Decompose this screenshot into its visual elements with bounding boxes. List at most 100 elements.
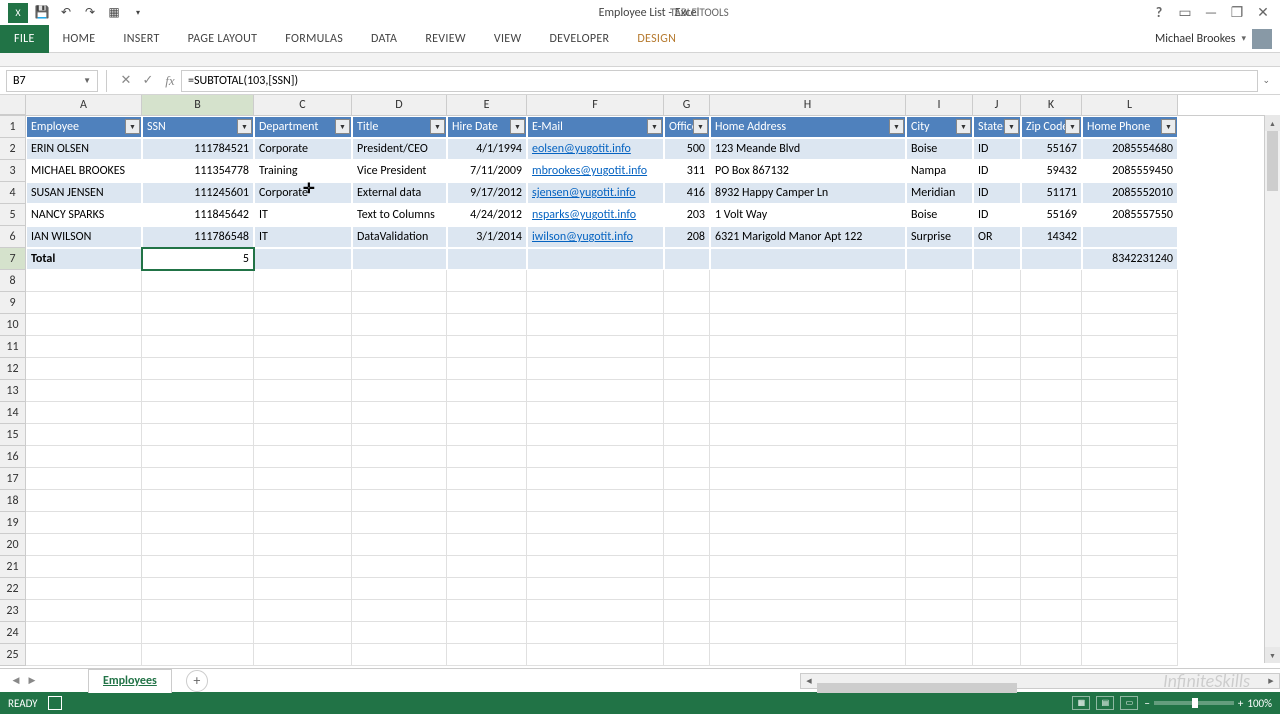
empty-cell[interactable] [26,314,142,336]
table-cell[interactable]: 311 [664,160,710,182]
empty-cell[interactable] [906,600,973,622]
empty-cell[interactable] [26,578,142,600]
name-box[interactable]: B7 ▼ [6,70,98,92]
empty-cell[interactable] [527,314,664,336]
tab-review[interactable]: REVIEW [411,25,480,53]
table-cell[interactable]: NANCY SPARKS [26,204,142,226]
zoom-control[interactable]: − + 100% [1144,697,1272,710]
ribbon-display-icon[interactable]: ▭ [1176,4,1194,22]
zoom-slider[interactable] [1154,701,1234,705]
filter-dropdown-icon[interactable]: ▼ [430,119,445,134]
user-avatar[interactable] [1252,29,1272,49]
empty-cell[interactable] [352,644,447,666]
empty-cell[interactable] [254,358,352,380]
empty-cell[interactable] [254,468,352,490]
empty-cell[interactable] [664,380,710,402]
row-header[interactable]: 24 [0,622,26,644]
empty-cell[interactable] [447,446,527,468]
empty-cell[interactable] [664,270,710,292]
empty-cell[interactable] [142,292,254,314]
empty-cell[interactable] [1021,490,1082,512]
table-cell[interactable]: iwilson@yugotit.info [527,226,664,248]
empty-cell[interactable] [447,512,527,534]
tab-file[interactable]: FILE [0,25,49,53]
col-header-E[interactable]: E [447,95,527,115]
table-cell[interactable]: President/CEO [352,138,447,160]
table-cell[interactable]: 2085554680 [1082,138,1178,160]
empty-cell[interactable] [26,556,142,578]
empty-cell[interactable] [710,622,906,644]
empty-cell[interactable] [1021,556,1082,578]
empty-cell[interactable] [254,512,352,534]
table-cell[interactable]: ID [973,138,1021,160]
empty-cell[interactable] [254,446,352,468]
empty-cell[interactable] [906,270,973,292]
email-link[interactable]: eolsen@yugotit.info [532,142,631,156]
empty-cell[interactable] [352,380,447,402]
row-header[interactable]: 3 [0,160,26,182]
filter-dropdown-icon[interactable]: ▼ [1065,119,1080,134]
row-header[interactable]: 15 [0,424,26,446]
table-cell[interactable]: OR [973,226,1021,248]
table-header[interactable]: Office▼ [664,116,710,138]
empty-cell[interactable] [26,644,142,666]
empty-cell[interactable] [1082,292,1178,314]
table-cell[interactable]: 59432 [1021,160,1082,182]
save-icon[interactable]: 💾 [32,3,52,23]
excel-icon[interactable]: X [8,3,28,23]
empty-cell[interactable] [447,402,527,424]
empty-cell[interactable] [973,622,1021,644]
empty-cell[interactable] [527,644,664,666]
table-cell[interactable]: 2085559450 [1082,160,1178,182]
empty-cell[interactable] [664,578,710,600]
total-cell[interactable] [973,248,1021,270]
col-header-H[interactable]: H [710,95,906,115]
empty-cell[interactable] [142,402,254,424]
scroll-right-icon[interactable]: ▶ [1263,674,1279,688]
empty-cell[interactable] [142,622,254,644]
row-header[interactable]: 4 [0,182,26,204]
empty-cell[interactable] [906,402,973,424]
table-header[interactable]: Hire Date▼ [447,116,527,138]
empty-cell[interactable] [527,490,664,512]
empty-cell[interactable] [527,424,664,446]
row-header[interactable]: 16 [0,446,26,468]
table-cell[interactable]: IT [254,204,352,226]
table-cell[interactable]: IT [254,226,352,248]
empty-cell[interactable] [254,336,352,358]
empty-cell[interactable] [664,512,710,534]
filter-dropdown-icon[interactable]: ▼ [1161,119,1176,134]
table-cell[interactable]: DataValidation [352,226,447,248]
empty-cell[interactable] [142,578,254,600]
empty-cell[interactable] [973,512,1021,534]
empty-cell[interactable] [1082,336,1178,358]
hscroll-thumb[interactable] [817,683,1017,693]
empty-cell[interactable] [710,358,906,380]
empty-cell[interactable] [447,358,527,380]
sheet-next-icon[interactable]: ▶ [26,675,38,687]
row-header[interactable]: 13 [0,380,26,402]
tab-developer[interactable]: DEVELOPER [535,25,623,53]
table-cell[interactable]: Corporate [254,182,352,204]
empty-cell[interactable] [906,622,973,644]
empty-cell[interactable] [254,424,352,446]
empty-cell[interactable] [710,600,906,622]
table-cell[interactable]: 111786548 [142,226,254,248]
total-cell[interactable] [906,248,973,270]
col-header-C[interactable]: C [254,95,352,115]
empty-cell[interactable] [973,534,1021,556]
select-all-corner[interactable] [0,95,26,115]
empty-cell[interactable] [254,600,352,622]
empty-cell[interactable] [254,534,352,556]
table-cell[interactable]: 111845642 [142,204,254,226]
email-link[interactable]: iwilson@yugotit.info [532,230,633,244]
empty-cell[interactable] [447,468,527,490]
table-cell[interactable]: mbrookes@yugotit.info [527,160,664,182]
empty-cell[interactable] [352,534,447,556]
total-cell[interactable] [664,248,710,270]
touch-mode-icon[interactable]: ▦ [104,3,124,23]
empty-cell[interactable] [527,358,664,380]
empty-cell[interactable] [26,490,142,512]
horizontal-scrollbar[interactable]: ◀ ▶ [800,673,1280,689]
enter-formula-icon[interactable]: ✓ [137,70,159,92]
